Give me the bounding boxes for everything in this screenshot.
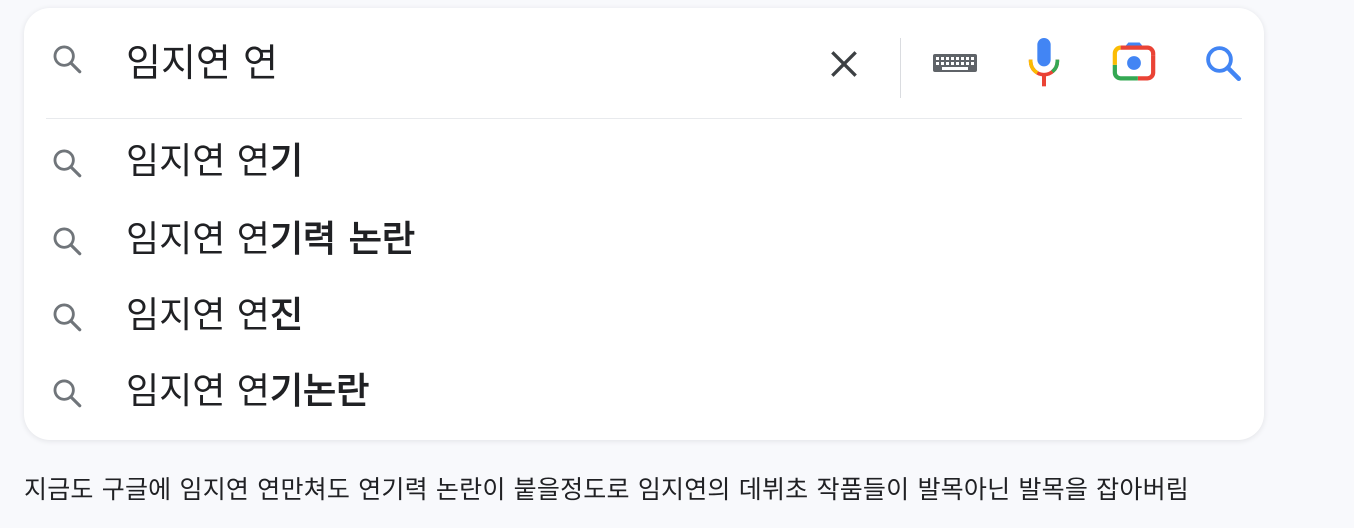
- suggestion-item[interactable]: 임지연 연진: [24, 282, 1264, 352]
- suggestion-prefix: 임지연 연: [126, 219, 270, 260]
- search-bar[interactable]: 임지연 연: [24, 8, 1264, 110]
- search-icon: [53, 149, 82, 178]
- camera-lens-icon[interactable]: [1110, 40, 1158, 86]
- suggestion-completion: 기논란: [269, 371, 370, 412]
- suggestion-completion: 기력 논란: [269, 219, 415, 260]
- toolbar-divider: [900, 38, 901, 98]
- suggestion-text: 임지연 연진: [126, 294, 303, 338]
- search-icon: [53, 45, 82, 74]
- suggestion-prefix: 임지연 연: [126, 295, 270, 336]
- search-icon: [53, 227, 82, 256]
- search-icon: [53, 303, 82, 332]
- caption-text: 지금도 구글에 임지연 연만쳐도 연기력 논란이 붙을정도로 임지연의 데뷔초 …: [24, 475, 1189, 504]
- suggestion-text: 임지연 연기: [126, 140, 303, 184]
- suggestion-text: 임지연 연기력 논란: [126, 218, 415, 262]
- suggestion-item[interactable]: 임지연 연기논란: [24, 358, 1264, 428]
- search-input[interactable]: 임지연 연: [126, 40, 278, 86]
- suggestion-item[interactable]: 임지연 연기: [24, 128, 1264, 198]
- divider: [46, 118, 1242, 119]
- clear-icon[interactable]: [824, 44, 864, 84]
- search-submit-icon[interactable]: [1202, 42, 1244, 84]
- mic-icon[interactable]: [1024, 36, 1064, 90]
- search-icon: [53, 379, 82, 408]
- keyboard-icon[interactable]: [932, 48, 978, 78]
- suggestion-completion: 진: [269, 295, 304, 336]
- suggestion-item[interactable]: 임지연 연기력 논란: [24, 206, 1264, 276]
- suggestion-prefix: 임지연 연: [126, 371, 270, 412]
- suggestion-completion: 기: [269, 141, 304, 182]
- suggestion-text: 임지연 연기논란: [126, 370, 369, 414]
- suggestion-prefix: 임지연 연: [126, 141, 270, 182]
- search-panel: 임지연 연 임지연 연기 임지연 연기력 논란 임지연 연진 임지연 연기논란: [24, 8, 1264, 440]
